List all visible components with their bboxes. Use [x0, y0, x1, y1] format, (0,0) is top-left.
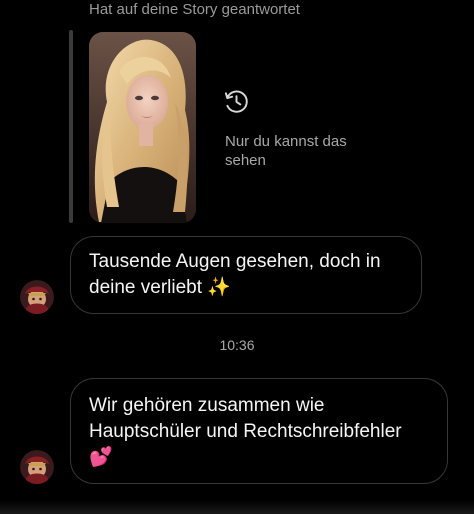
message-bubble[interactable]: Tausende Augen gesehen, doch in deine ve…	[70, 236, 422, 314]
history-clock-icon	[224, 90, 248, 113]
message-text: Tausende Augen gesehen, doch in deine ve…	[89, 251, 381, 298]
story-photo	[89, 32, 196, 223]
story-reply-bar	[69, 30, 73, 223]
story-reply-caption: Hat auf deine Story geantwortet	[89, 1, 300, 18]
contact-avatar[interactable]	[20, 280, 54, 314]
message-text: Wir gehören zusammen wie Hauptschüler un…	[89, 395, 402, 468]
avatar-icon	[20, 280, 54, 314]
avatar-icon	[20, 450, 54, 484]
bottom-divider	[0, 500, 474, 514]
story-thumbnail[interactable]	[89, 32, 196, 223]
message-bubble[interactable]: Wir gehören zusammen wie Hauptschüler un…	[70, 378, 448, 484]
message-timestamp: 10:36	[219, 337, 255, 353]
private-note: Nur du kannst das sehen	[225, 133, 347, 169]
contact-avatar[interactable]	[20, 450, 54, 484]
